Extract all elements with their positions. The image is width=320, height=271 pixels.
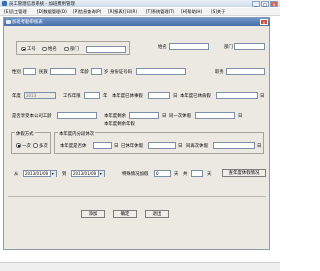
form-icon [6, 19, 11, 25]
remain-field[interactable] [129, 112, 159, 119]
pay-label: 是否享受本公司工龄 [12, 114, 52, 119]
sick-days-field[interactable] [216, 92, 258, 99]
taken-label: 本年度是否休 [60, 143, 87, 149]
same-unit: 日 [257, 143, 262, 149]
method-label: 休假方式 [15, 131, 35, 137]
close-button[interactable]: × [270, 0, 278, 7]
from-label: 从 [14, 172, 19, 177]
exit-button[interactable]: 退出 [145, 210, 169, 218]
divider [8, 196, 266, 197]
total-label: 共 [183, 172, 188, 177]
radio-by-name-label: 姓名 [48, 47, 57, 52]
remain-unit: 日 [162, 114, 167, 119]
radio-by-name[interactable] [42, 46, 47, 51]
one-unit: 日 [238, 114, 243, 119]
to-date-dropdown-icon[interactable] [98, 171, 104, 177]
to-label: 到 [62, 172, 67, 177]
name-label: 姓名 [158, 45, 167, 50]
radio-by-dept[interactable] [64, 46, 69, 51]
year-detail-button[interactable]: 查年度休假情况 [222, 169, 266, 177]
idcard-label: 身份证号码 [110, 70, 132, 75]
special-field[interactable]: 0 [154, 170, 171, 177]
taken-unit: 日 [114, 143, 119, 149]
already-label: 已休年休假 [121, 143, 143, 149]
method-group: 休假方式 一次 多次 [11, 131, 51, 154]
to-date-picker[interactable]: 2013/01/08 [71, 170, 105, 177]
child-title: 加班考勤审核表 [12, 20, 43, 25]
radio-method-once-label: 一次 [22, 143, 31, 149]
app-icon [2, 1, 7, 6]
child-titlebar: 加班考勤审核表 × [4, 18, 270, 26]
work-years-unit: 年 [103, 94, 108, 99]
idcard-field[interactable] [136, 68, 186, 75]
radio-by-id[interactable] [21, 46, 26, 51]
menu-help[interactable]: [H]帮助(H) [181, 9, 202, 15]
add-button[interactable]: 添加 [81, 210, 105, 218]
same-field[interactable] [213, 141, 255, 149]
ok-button[interactable]: 确定 [113, 210, 137, 218]
gender-field[interactable] [23, 68, 36, 75]
used-days-label: 本年度已休事假 [112, 94, 143, 99]
work-years-field[interactable] [84, 92, 100, 99]
used-days-unit: 日 [173, 94, 178, 99]
year-label: 年度 [12, 94, 21, 99]
from-date-picker[interactable]: 2013/01/08 [23, 170, 57, 177]
taken-field[interactable] [93, 141, 112, 149]
nation-label: 民族 [39, 70, 48, 75]
position-label: 职务 [215, 70, 224, 75]
plan-label: 本年度内分段休次 [58, 131, 96, 137]
to-date-value: 2013/01/08 [73, 171, 97, 176]
year-field[interactable]: 2013 [24, 92, 56, 99]
radio-by-id-label: 工号 [27, 47, 36, 52]
maximize-button[interactable]: □ [261, 0, 269, 7]
search-group: 工号 姓名 部门 [16, 41, 130, 55]
position-field[interactable] [226, 68, 265, 75]
total-unit: 天 [207, 172, 212, 177]
sick-days-label: 本年度已休病假 [180, 94, 211, 99]
same-label: 同再次休假 [186, 143, 208, 149]
window-titlebar: 员工管理信息系统 - 加班费用管理 _ □ × [0, 0, 280, 7]
menu-query[interactable]: [P]信息查询(P) [73, 9, 101, 15]
leave-form-window: 加班考勤审核表 × 工号 姓名 部门 姓名 部门 性别 民族 年龄 岁 身份证号… [3, 17, 270, 250]
one-label: 同一次休假 [169, 114, 191, 119]
radio-method-multi-label: 多次 [39, 143, 48, 149]
special-unit: 天 [174, 172, 179, 177]
search-input[interactable] [86, 45, 126, 53]
radio-method-multi[interactable] [33, 143, 38, 148]
menu-bar: [E]员工管理 [D]数据管理(D) [P]信息查询(P) [R]报表打印(R)… [0, 8, 280, 16]
menu-system[interactable]: [T]系统管理(T) [146, 9, 174, 15]
dept-field[interactable] [234, 43, 265, 50]
sick-days-unit: 日 [260, 94, 265, 99]
gender-label: 性别 [12, 70, 21, 75]
total-field[interactable] [191, 170, 203, 177]
pay-field[interactable] [57, 112, 97, 119]
radio-method-once[interactable] [16, 143, 21, 148]
radio-by-dept-label: 部门 [70, 47, 79, 52]
used-days-field[interactable] [148, 92, 170, 99]
child-close-button[interactable]: × [260, 19, 268, 25]
balance-label: 本年度剩余年假 [104, 122, 135, 127]
from-date-value: 2013/01/08 [25, 171, 49, 176]
from-date-dropdown-icon[interactable] [50, 171, 56, 177]
nation-field[interactable] [50, 68, 76, 75]
minimize-button[interactable]: _ [252, 0, 260, 7]
menu-data[interactable]: [D]数据管理(D) [37, 9, 67, 15]
menu-about[interactable]: [S]关于 [211, 9, 225, 15]
work-years-label: 工作年限 [63, 94, 81, 99]
already-unit: 日 [178, 143, 183, 149]
age-label: 年龄 [80, 70, 89, 75]
window-title: 员工管理信息系统 - 加班费用管理 [9, 1, 75, 7]
menu-report[interactable]: [R]报表打印(R) [108, 9, 137, 15]
age-unit: 岁 [104, 70, 109, 75]
dept-label: 部门 [224, 45, 233, 50]
one-field[interactable] [195, 112, 235, 119]
plan-group: 本年度内分段休次 本年度是否休 日 已休年休假 日 同再次休假 日 [54, 131, 264, 154]
name-field[interactable] [169, 43, 209, 50]
remain-label: 本年度剩余 [104, 114, 126, 119]
special-label: 特殊情况加假 [122, 172, 149, 177]
menu-employee[interactable]: [E]员工管理 [4, 9, 27, 15]
already-field[interactable] [148, 141, 176, 149]
age-field[interactable] [91, 68, 102, 75]
